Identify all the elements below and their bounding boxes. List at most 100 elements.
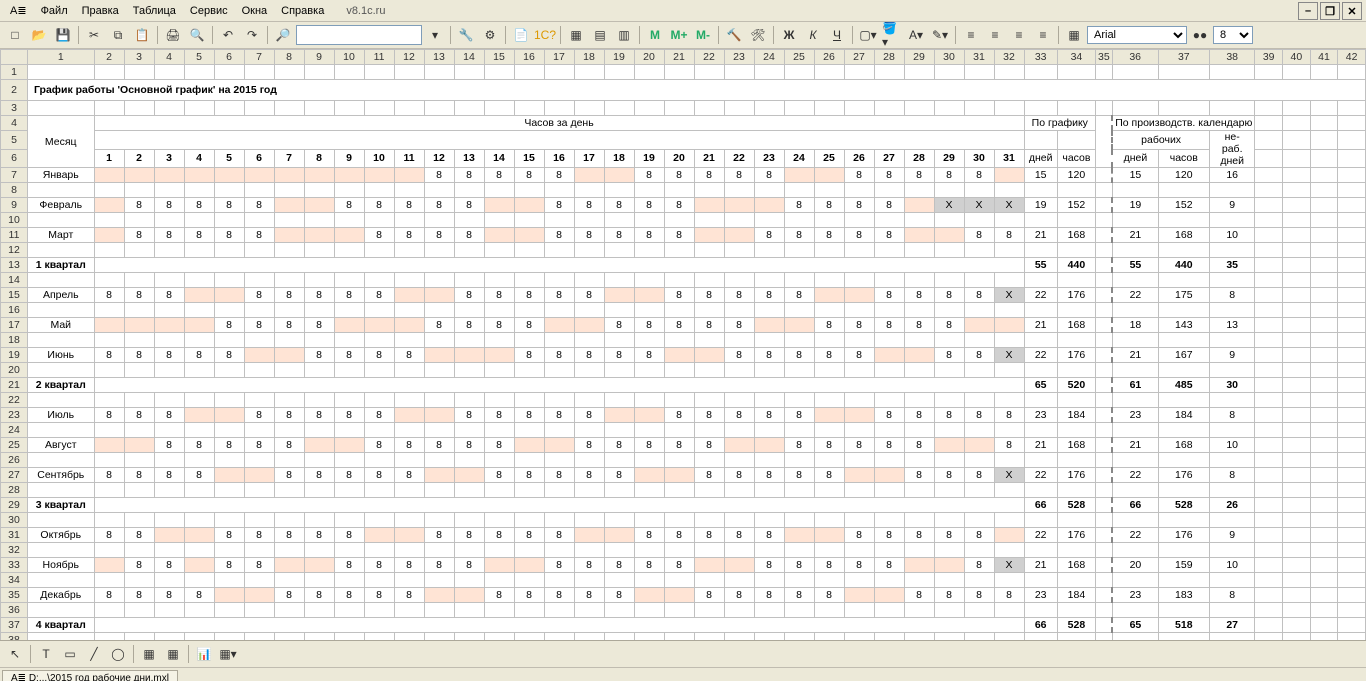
day-cell[interactable] [244,168,274,183]
day-cell[interactable]: 8 [574,348,604,363]
day-cell[interactable]: 8 [154,588,184,603]
menu-windows[interactable]: Окна [236,3,274,19]
row-header[interactable]: 8 [1,183,28,198]
row-header[interactable]: 33 [1,558,28,573]
day-cell[interactable]: 8 [544,348,574,363]
day-cell[interactable] [574,528,604,543]
copy-icon[interactable]: ⧉ [107,24,129,46]
day-cell[interactable]: 8 [94,468,124,483]
day-cell[interactable] [364,168,394,183]
day-cell[interactable]: 8 [964,228,994,243]
day-cell[interactable]: 8 [754,468,784,483]
day-cell[interactable] [544,438,574,453]
row-header[interactable]: 19 [1,348,28,363]
day-cell[interactable]: 8 [364,468,394,483]
day-cell[interactable]: 8 [964,288,994,303]
day-cell[interactable]: 8 [574,228,604,243]
day-cell[interactable]: 8 [904,318,934,333]
col-header[interactable]: 24 [754,50,784,65]
row-header[interactable]: 3 [1,101,28,116]
row-header[interactable]: 6 [1,149,28,168]
day-cell[interactable]: 8 [334,408,364,423]
day-cell[interactable]: X [964,198,994,213]
day-cell[interactable]: 8 [424,528,454,543]
day-cell[interactable]: 8 [244,558,274,573]
redo-icon[interactable]: ↷ [241,24,263,46]
day-cell[interactable] [814,408,844,423]
row-header[interactable]: 10 [1,213,28,228]
col-header[interactable]: 37 [1158,50,1209,65]
day-cell[interactable] [394,168,424,183]
day-cell[interactable]: 8 [844,558,874,573]
day-cell[interactable] [94,438,124,453]
restore-button[interactable]: ❐ [1320,2,1340,20]
day-cell[interactable] [94,318,124,333]
menu-table[interactable]: Таблица [127,3,182,19]
palette-icon[interactable]: ▦ [1063,24,1085,46]
day-cell[interactable]: 8 [664,528,694,543]
day-cell[interactable]: 8 [364,588,394,603]
day-cell[interactable]: 8 [94,288,124,303]
merge-icon[interactable]: ▦ [162,643,184,665]
day-cell[interactable]: 8 [664,198,694,213]
day-cell[interactable]: 8 [124,408,154,423]
col-header[interactable]: 32 [994,50,1024,65]
day-cell[interactable]: 8 [844,168,874,183]
new-icon[interactable]: □ [4,24,26,46]
day-cell[interactable]: 8 [904,528,934,543]
day-cell[interactable]: 8 [784,408,814,423]
day-cell[interactable]: 8 [574,288,604,303]
row-header[interactable]: 23 [1,408,28,423]
day-cell[interactable] [394,528,424,543]
day-cell[interactable] [154,318,184,333]
day-cell[interactable]: 8 [184,468,214,483]
col-header[interactable]: 11 [364,50,394,65]
day-cell[interactable]: 8 [814,228,844,243]
day-cell[interactable]: 8 [664,408,694,423]
day-cell[interactable] [214,288,244,303]
day-cell[interactable]: 8 [274,468,304,483]
tool-icon-2[interactable]: ⚙ [479,24,501,46]
row-header[interactable]: 35 [1,588,28,603]
day-cell[interactable] [634,588,664,603]
day-cell[interactable]: 8 [124,228,154,243]
col-header[interactable]: 26 [814,50,844,65]
day-cell[interactable]: 8 [784,198,814,213]
day-cell[interactable]: 8 [274,318,304,333]
day-cell[interactable] [304,558,334,573]
day-cell[interactable] [574,168,604,183]
day-cell[interactable]: 8 [544,288,574,303]
day-cell[interactable] [874,348,904,363]
day-cell[interactable] [694,228,724,243]
day-cell[interactable]: 8 [94,408,124,423]
day-cell[interactable] [94,558,124,573]
day-cell[interactable]: 8 [184,348,214,363]
day-cell[interactable]: 8 [214,228,244,243]
row-header[interactable]: 5 [1,131,28,150]
day-cell[interactable]: 8 [274,588,304,603]
day-cell[interactable]: 8 [244,228,274,243]
menu-help[interactable]: Справка [275,3,330,19]
day-cell[interactable]: 8 [604,438,634,453]
day-cell[interactable]: 8 [754,288,784,303]
col-header[interactable]: 41 [1310,50,1338,65]
day-cell[interactable] [934,438,964,453]
size-select[interactable]: 8 [1213,26,1253,44]
day-cell[interactable]: 8 [454,558,484,573]
day-cell[interactable] [184,528,214,543]
day-cell[interactable]: 8 [214,318,244,333]
tool-icon[interactable]: 🔧 [455,24,477,46]
undo-icon[interactable]: ↶ [217,24,239,46]
day-cell[interactable]: 8 [94,588,124,603]
day-cell[interactable]: 8 [274,288,304,303]
day-cell[interactable] [94,228,124,243]
day-cell[interactable]: 8 [214,438,244,453]
day-cell[interactable]: 8 [844,198,874,213]
day-cell[interactable] [754,318,784,333]
row-header[interactable]: 4 [1,116,28,131]
align-justify-icon[interactable]: ≡ [1032,24,1054,46]
day-cell[interactable]: 8 [574,558,604,573]
day-cell[interactable]: 8 [514,408,544,423]
day-cell[interactable]: 8 [514,468,544,483]
day-cell[interactable] [274,558,304,573]
